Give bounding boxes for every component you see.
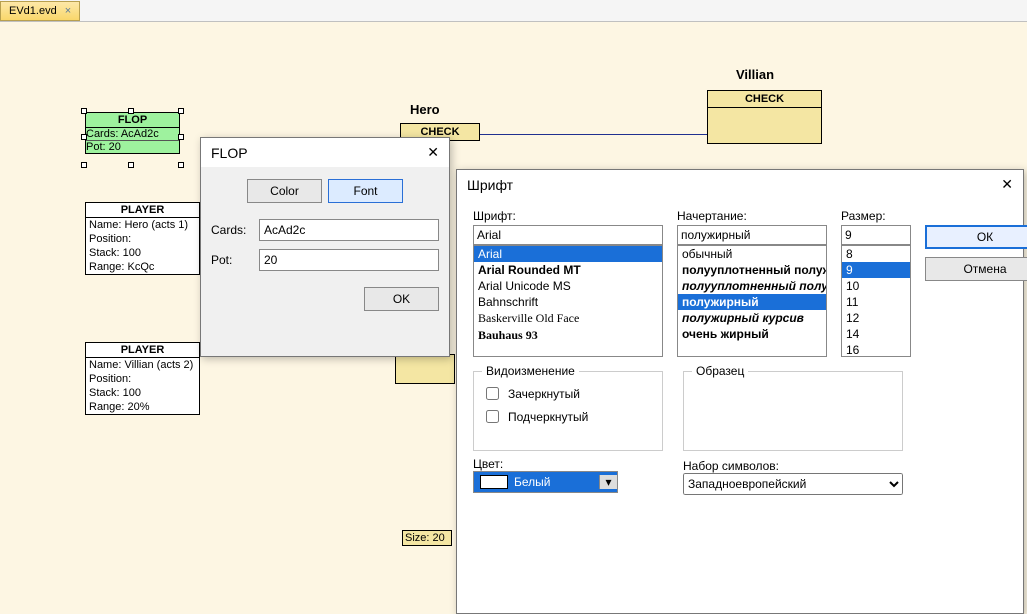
partial-node[interactable] — [395, 354, 455, 384]
resize-handle[interactable] — [128, 108, 134, 114]
resize-handle[interactable] — [128, 162, 134, 168]
list-item[interactable]: 12 — [842, 310, 910, 326]
strike-checkbox[interactable] — [486, 387, 499, 400]
list-item[interactable]: 10 — [842, 278, 910, 294]
check-villian-node[interactable]: CHECK — [707, 90, 822, 144]
list-item[interactable]: обычный — [678, 246, 826, 262]
underline-label: Подчеркнутый — [508, 410, 588, 424]
style-listbox[interactable]: обычный полууплотненный полужирный полуу… — [677, 245, 827, 357]
pot-label: Pot: — [211, 253, 251, 267]
villian-label: Villian — [736, 67, 774, 82]
style-label: Начертание: — [677, 209, 827, 223]
close-icon[interactable]: × — [65, 5, 71, 17]
list-item[interactable]: 16 — [842, 342, 910, 357]
color-value: Белый — [514, 475, 550, 489]
file-tab[interactable]: EVd1.evd × — [0, 1, 80, 21]
player-name: Name: Hero (acts 1) — [86, 218, 199, 232]
resize-handle[interactable] — [81, 108, 87, 114]
ok-button[interactable]: ОК — [925, 225, 1027, 249]
ok-button[interactable]: OK — [364, 287, 439, 311]
player-pos: Position: — [86, 232, 199, 246]
list-item[interactable]: Baskerville Old Face — [474, 310, 662, 327]
chevron-down-icon[interactable]: ▾ — [599, 475, 617, 489]
cancel-button[interactable]: Отмена — [925, 257, 1027, 281]
color-swatch — [480, 475, 508, 489]
mod-legend: Видоизменение — [482, 364, 579, 378]
dialog-title: FLOP — [211, 145, 248, 161]
connector — [480, 134, 710, 135]
list-item[interactable]: полууплотненный полужирный — [678, 262, 826, 278]
font-listbox[interactable]: Arial Arial Rounded MT Arial Unicode MS … — [473, 245, 663, 357]
strike-label: Зачеркнутый — [508, 387, 580, 401]
cards-label: Cards: — [211, 223, 251, 237]
pot-row: Pot: 20 — [86, 141, 179, 153]
color-label: Цвет: — [473, 457, 663, 471]
list-item[interactable]: полужирный курсив — [678, 310, 826, 326]
hero-label: Hero — [410, 102, 440, 117]
list-item[interactable]: Arial Unicode MS — [474, 278, 662, 294]
player-name: Name: Villian (acts 2) — [86, 358, 199, 372]
size-node[interactable]: Size: 20 — [402, 530, 452, 546]
list-item[interactable]: Arial Rounded MT — [474, 262, 662, 278]
pot-input[interactable] — [259, 249, 439, 271]
list-item[interactable]: полууплотненный полужирный курсив — [678, 278, 826, 294]
sample-box: Образец AaBbYyZz — [683, 371, 903, 451]
font-button[interactable]: Font — [328, 179, 403, 203]
close-icon[interactable]: ✕ — [427, 144, 439, 161]
tab-bar: EVd1.evd × — [0, 0, 1027, 22]
player2-node[interactable]: PLAYER Name: Villian (acts 2) Position: … — [85, 342, 200, 415]
flop-dialog: FLOP ✕ Color Font Cards: Pot: OK — [200, 137, 450, 357]
tab-label: EVd1.evd — [9, 5, 57, 17]
size-label: Размер: — [841, 209, 911, 223]
color-button[interactable]: Color — [247, 179, 322, 203]
flop-node[interactable]: FLOP Cards: AcAd2c Pot: 20 — [85, 112, 180, 154]
close-icon[interactable]: ✕ — [1001, 176, 1013, 193]
node-title: PLAYER — [86, 203, 199, 218]
player-stack: Stack: 100 — [86, 386, 199, 400]
resize-handle[interactable] — [178, 134, 184, 140]
list-item[interactable]: 14 — [842, 326, 910, 342]
cards-input[interactable] — [259, 219, 439, 241]
list-item[interactable]: очень жирный — [678, 326, 826, 342]
color-select[interactable]: Белый ▾ — [473, 471, 618, 493]
node-title: CHECK — [708, 91, 821, 108]
list-item[interactable]: 8 — [842, 246, 910, 262]
player-pos: Position: — [86, 372, 199, 386]
resize-handle[interactable] — [178, 108, 184, 114]
player1-node[interactable]: PLAYER Name: Hero (acts 1) Position: Sta… — [85, 202, 200, 275]
player-stack: Stack: 100 — [86, 246, 199, 260]
node-title: PLAYER — [86, 343, 199, 358]
resize-handle[interactable] — [178, 162, 184, 168]
cards-row: Cards: AcAd2c — [86, 128, 179, 141]
list-item[interactable]: 11 — [842, 294, 910, 310]
resize-handle[interactable] — [81, 162, 87, 168]
size-input[interactable] — [841, 225, 911, 245]
dialog-title: Шрифт — [467, 177, 513, 193]
font-label: Шрифт: — [473, 209, 663, 223]
charset-select[interactable]: Западноевропейский — [683, 473, 903, 495]
font-dialog: Шрифт ✕ Шрифт: Arial Arial Rounded MT Ar… — [456, 169, 1024, 614]
list-item[interactable]: полужирный — [678, 294, 826, 310]
list-item[interactable]: Bahnschrift — [474, 294, 662, 310]
player-range: Range: 20% — [86, 400, 199, 414]
charset-label: Набор символов: — [683, 459, 903, 473]
list-item[interactable]: Arial — [474, 246, 662, 262]
canvas[interactable]: FLOP Cards: AcAd2c Pot: 20 PLAYER Name: … — [0, 22, 1027, 596]
font-input[interactable] — [473, 225, 663, 245]
style-input[interactable] — [677, 225, 827, 245]
underline-checkbox[interactable] — [486, 410, 499, 423]
node-title: FLOP — [86, 113, 179, 128]
list-item[interactable]: 9 — [842, 262, 910, 278]
size-listbox[interactable]: 8 9 10 11 12 14 16 — [841, 245, 911, 357]
resize-handle[interactable] — [81, 134, 87, 140]
sample-legend: Образец — [692, 364, 748, 378]
list-item[interactable]: Bauhaus 93 — [474, 327, 662, 344]
player-range: Range: KcQc — [86, 260, 199, 274]
sample-text: AaBbYyZz — [761, 404, 825, 419]
